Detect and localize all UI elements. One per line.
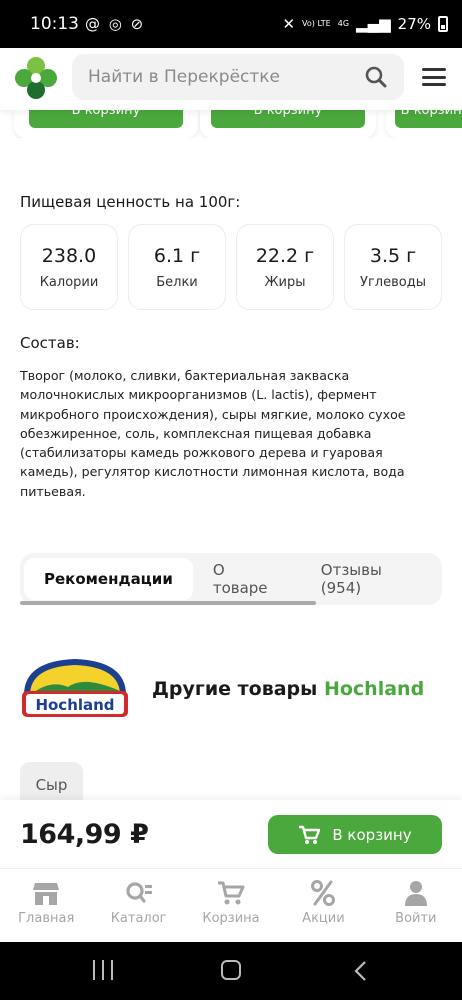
search-icon[interactable] (364, 65, 388, 89)
system-nav-bar (0, 942, 462, 1000)
nutrition-value: 6.1 г (153, 244, 201, 267)
cart-icon (299, 825, 321, 844)
nutrition-value: 3.5 г (369, 244, 417, 267)
tabs-scroll-indicator (20, 601, 316, 605)
status-time: 10:13 (30, 14, 79, 34)
brand-title-name: Hochland (323, 678, 425, 700)
add-to-cart-label: В корзину (332, 825, 412, 844)
back-icon[interactable] (353, 960, 369, 982)
nutrition-card-fat: 22.2 г Жиры (236, 224, 334, 310)
buy-bar: 164,99 ₽ В корзину (0, 800, 462, 868)
nav-promos[interactable]: Акции (277, 869, 369, 942)
nav-label: Войти (395, 911, 437, 926)
nutrition-label: Жиры (264, 274, 306, 290)
search-input[interactable]: Найти в Перекрёстке (72, 54, 404, 100)
nav-label: Главная (18, 911, 75, 926)
nutrition-title: Пищевая ценность на 100г: (20, 193, 241, 211)
nutrition-cards: 238.0 Калории 6.1 г Белки 22.2 г Жиры 3.… (20, 224, 462, 310)
status-right: ✕ Vo) LTE 4G ▂▄▆ 27% (282, 15, 448, 33)
nutrition-value: 238.0 (41, 244, 97, 267)
hamburger-menu-icon[interactable] (422, 68, 446, 86)
status-bar: 10:13 @ ◎ ⊘ ✕ Vo) LTE 4G ▂▄▆ 27% (0, 0, 462, 48)
signal-icon: ▂▄▆ (356, 15, 391, 33)
battery-icon (438, 16, 448, 32)
search-placeholder: Найти в Перекрёстке (88, 67, 281, 87)
nutrition-value: 22.2 г (255, 244, 315, 267)
app-header: Найти в Перекрёстке (0, 48, 462, 110)
network-type: 4G (337, 19, 350, 28)
volte-indicator: Vo) LTE (302, 19, 331, 28)
hochland-logo[interactable]: Hochland (20, 655, 130, 721)
nav-cart[interactable]: Корзина (185, 869, 277, 942)
nav-label: Корзина (202, 911, 260, 926)
composition-text: Творог (молоко, сливки, бактериальная за… (20, 368, 406, 499)
carousel-add-to-cart-button[interactable]: В корзину (395, 110, 462, 128)
tab-recommendations[interactable]: Рекомендации (24, 558, 193, 600)
recent-apps-icon[interactable] (93, 960, 113, 980)
store-icon (33, 883, 60, 905)
clover-logo-icon[interactable] (14, 56, 58, 100)
brand-logo-text: Hochland (35, 696, 114, 714)
product-carousel: В корзину В корзину В корзину (0, 110, 462, 138)
nutrition-label: Углеводы (360, 274, 426, 290)
bottom-nav: Главная Каталог Корзина Акции Войти (0, 868, 462, 942)
cart-icon (218, 881, 245, 905)
percent-icon (311, 880, 336, 906)
product-price: 164,99 ₽ (20, 819, 149, 850)
nutrition-card-protein: 6.1 г Белки (128, 224, 226, 310)
tab-about[interactable]: О товаре (193, 558, 301, 600)
carousel-add-to-cart-button[interactable]: В корзину (29, 110, 183, 128)
brand-title[interactable]: Другие товары Hochland (152, 678, 424, 700)
nutrition-card-carbs: 3.5 г Углеводы (344, 224, 442, 310)
nav-catalog[interactable]: Каталог (92, 869, 184, 942)
user-icon (404, 881, 427, 906)
nutrition-card-calories: 238.0 Калории (20, 224, 118, 310)
carousel-add-to-cart-button[interactable]: В корзину (211, 110, 365, 128)
add-to-cart-button[interactable]: В корзину (268, 815, 442, 854)
tab-reviews[interactable]: Отзывы (954) (301, 558, 442, 600)
notification-icons: @ ◎ ⊘ (85, 15, 146, 33)
composition-title: Состав: (20, 334, 80, 352)
nutrition-label: Белки (156, 274, 198, 290)
brand-title-prefix: Другие товары (152, 678, 318, 700)
nav-label: Акции (302, 911, 345, 926)
nav-login[interactable]: Войти (370, 869, 462, 942)
product-tabs: Рекомендации О товаре Отзывы (954) (20, 553, 442, 605)
nav-home[interactable]: Главная (0, 869, 92, 942)
battery-percent: 27% (397, 15, 431, 33)
nav-label: Каталог (110, 911, 167, 926)
mute-icon: ✕ (282, 15, 296, 33)
nutrition-label: Калории (39, 274, 99, 290)
home-icon[interactable] (221, 960, 241, 980)
catalog-search-icon (126, 882, 152, 903)
